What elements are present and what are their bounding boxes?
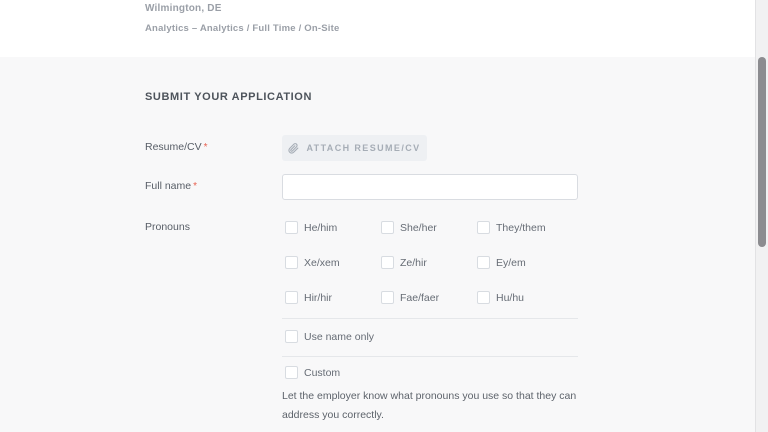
divider: [282, 318, 578, 319]
checkbox[interactable]: [285, 366, 298, 379]
pronoun-option-he-him[interactable]: He/him: [285, 221, 381, 256]
posting-location: Wilmington, DE: [145, 3, 222, 14]
job-application-page: Wilmington, DE Analytics – Analytics / F…: [0, 0, 768, 432]
pronoun-option-she-her[interactable]: She/her: [381, 221, 477, 256]
checkbox[interactable]: [381, 291, 394, 304]
form-section-title: SUBMIT YOUR APPLICATION: [145, 91, 312, 103]
checkbox[interactable]: [477, 291, 490, 304]
checkbox[interactable]: [285, 330, 298, 343]
resume-label: Resume/CV*: [145, 141, 208, 153]
pronoun-option-ey-em[interactable]: Ey/em: [477, 256, 587, 291]
attach-resume-button[interactable]: ATTACH RESUME/CV: [282, 135, 427, 161]
full-name-label: Full name*: [145, 180, 197, 192]
checkbox[interactable]: [285, 256, 298, 269]
pronoun-option-hir-hir[interactable]: Hir/hir: [285, 291, 381, 326]
pronoun-option-use-name-only[interactable]: Use name only: [285, 330, 374, 344]
scrollbar-track[interactable]: [755, 0, 768, 432]
pronoun-option-they-them[interactable]: They/them: [477, 221, 587, 256]
pronouns-label: Pronouns: [145, 221, 190, 233]
posting-meta: Analytics – Analytics / Full Time / On-S…: [145, 23, 339, 34]
pronoun-option-ze-hir[interactable]: Ze/hir: [381, 256, 477, 291]
pronouns-help-text: Let the employer know what pronouns you …: [282, 387, 588, 425]
pronoun-option-xe-xem[interactable]: Xe/xem: [285, 256, 381, 291]
checkbox[interactable]: [285, 291, 298, 304]
required-asterisk: *: [204, 142, 208, 153]
pronouns-checkbox-grid: He/him She/her They/them Xe/xem Ze/hir E…: [285, 221, 587, 326]
full-name-input[interactable]: [282, 174, 578, 200]
attach-resume-button-label: ATTACH RESUME/CV: [306, 143, 420, 153]
pronoun-option-fae-faer[interactable]: Fae/faer: [381, 291, 477, 326]
checkbox[interactable]: [285, 221, 298, 234]
pronoun-option-hu-hu[interactable]: Hu/hu: [477, 291, 587, 326]
checkbox[interactable]: [381, 256, 394, 269]
required-asterisk: *: [193, 181, 197, 192]
checkbox[interactable]: [381, 221, 394, 234]
paperclip-icon: [288, 143, 299, 154]
posting-header: Wilmington, DE Analytics – Analytics / F…: [0, 0, 768, 57]
pronoun-option-custom[interactable]: Custom: [285, 366, 340, 380]
scrollbar-thumb[interactable]: [758, 57, 766, 247]
divider: [282, 356, 578, 357]
checkbox[interactable]: [477, 256, 490, 269]
checkbox[interactable]: [477, 221, 490, 234]
